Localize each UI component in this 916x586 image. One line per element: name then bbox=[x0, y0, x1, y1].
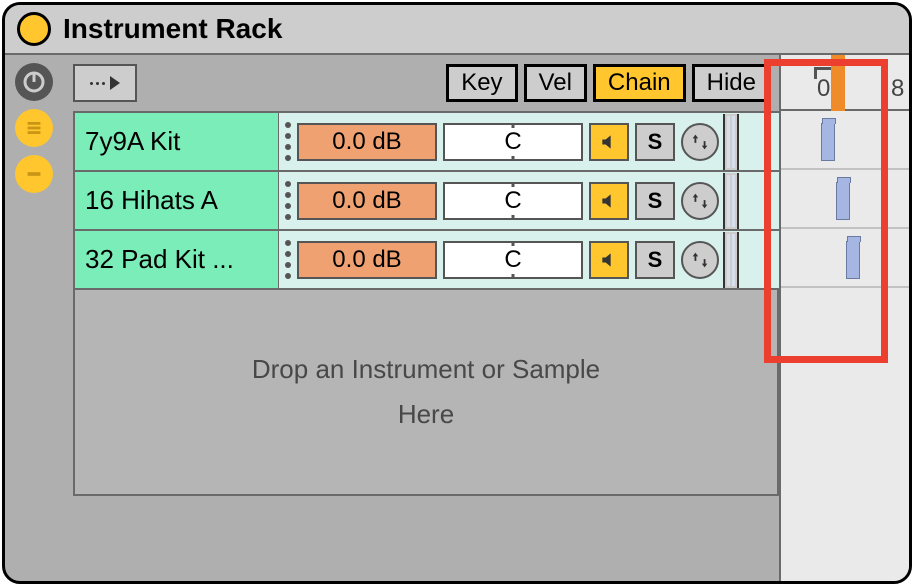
chain-list-button[interactable] bbox=[15, 109, 53, 147]
zone-row-2[interactable] bbox=[781, 229, 909, 288]
drag-handle[interactable] bbox=[279, 231, 297, 288]
chain-activator[interactable] bbox=[589, 241, 629, 279]
velocity-zone-button[interactable]: Vel bbox=[524, 64, 587, 102]
chain-activator[interactable] bbox=[589, 123, 629, 161]
chain-list: 7y9A Kit 0.0 dB C S 16 Hihats A 0.0 dB C… bbox=[73, 111, 779, 290]
pan-value: C bbox=[500, 187, 525, 215]
chain-name[interactable]: 16 Hihats A bbox=[75, 172, 279, 229]
chain-select-button[interactable]: Chain bbox=[593, 64, 686, 102]
solo-button[interactable]: S bbox=[635, 241, 675, 279]
key-zone-button[interactable]: Key bbox=[446, 64, 517, 102]
speaker-icon bbox=[599, 250, 619, 270]
chain-selector[interactable] bbox=[831, 55, 845, 111]
chain-row-1[interactable]: 16 Hihats A 0.0 dB C S bbox=[73, 172, 779, 231]
zone-ruler[interactable]: 0 8 bbox=[781, 55, 909, 111]
meter bbox=[723, 173, 739, 229]
pan-field[interactable]: C bbox=[443, 241, 583, 279]
volume-field[interactable]: 0.0 dB bbox=[297, 123, 437, 161]
zone-row-1[interactable] bbox=[781, 170, 909, 229]
hot-swap-button[interactable] bbox=[681, 123, 719, 161]
chain-activator[interactable] bbox=[589, 182, 629, 220]
drag-handle[interactable] bbox=[279, 113, 297, 170]
play-icon bbox=[110, 76, 120, 90]
instrument-rack-device: Instrument Rack Key Vel Chai bbox=[2, 2, 912, 584]
swap-icon bbox=[689, 190, 711, 212]
drag-handle[interactable] bbox=[279, 172, 297, 229]
hide-button[interactable]: Hide bbox=[692, 64, 771, 102]
swap-icon bbox=[689, 249, 711, 271]
macro-controls-button[interactable] bbox=[15, 63, 53, 101]
pan-field[interactable]: C bbox=[443, 182, 583, 220]
device-title: Instrument Rack bbox=[63, 13, 282, 45]
device-on-off-button[interactable] bbox=[17, 12, 51, 46]
chain-row-0[interactable]: 7y9A Kit 0.0 dB C S bbox=[73, 113, 779, 172]
minus-icon bbox=[23, 163, 45, 185]
solo-button[interactable]: S bbox=[635, 182, 675, 220]
pan-value: C bbox=[500, 246, 525, 274]
ruler-tick-8: 8 bbox=[891, 75, 904, 103]
ruler-tick-0: 0 bbox=[817, 75, 830, 103]
device-sidebar bbox=[5, 55, 63, 581]
zone-range-2[interactable] bbox=[846, 241, 860, 279]
chain-name[interactable]: 7y9A Kit bbox=[75, 113, 279, 170]
hot-swap-button[interactable] bbox=[681, 182, 719, 220]
volume-field[interactable]: 0.0 dB bbox=[297, 182, 437, 220]
devices-button[interactable] bbox=[15, 155, 53, 193]
chain-header-row: Key Vel Chain Hide bbox=[73, 65, 779, 111]
solo-button[interactable]: S bbox=[635, 123, 675, 161]
swap-icon bbox=[689, 131, 711, 153]
chain-select-zone-editor: 0 8 bbox=[779, 55, 909, 581]
zone-range-0[interactable] bbox=[821, 123, 835, 161]
pan-value: C bbox=[500, 128, 525, 156]
drop-zone[interactable]: Drop an Instrument or Sample Here bbox=[73, 290, 779, 496]
speaker-icon bbox=[599, 132, 619, 152]
zone-range-1[interactable] bbox=[836, 182, 850, 220]
pan-field[interactable]: C bbox=[443, 123, 583, 161]
device-title-bar: Instrument Rack bbox=[5, 5, 909, 55]
drop-zone-text-1: Drop an Instrument or Sample bbox=[252, 354, 600, 385]
meter bbox=[723, 232, 739, 288]
macro-icon bbox=[22, 70, 46, 94]
chain-name[interactable]: 32 Pad Kit ... bbox=[75, 231, 279, 288]
chain-row-2[interactable]: 32 Pad Kit ... 0.0 dB C S bbox=[73, 231, 779, 290]
zone-row-0[interactable] bbox=[781, 111, 909, 170]
list-icon bbox=[23, 117, 45, 139]
hot-swap-button[interactable] bbox=[681, 241, 719, 279]
auto-select-button[interactable] bbox=[73, 64, 137, 102]
drop-zone-text-2: Here bbox=[398, 399, 454, 430]
volume-field[interactable]: 0.0 dB bbox=[297, 241, 437, 279]
meter bbox=[723, 114, 739, 170]
auto-select-icon bbox=[90, 82, 105, 85]
speaker-icon bbox=[599, 191, 619, 211]
